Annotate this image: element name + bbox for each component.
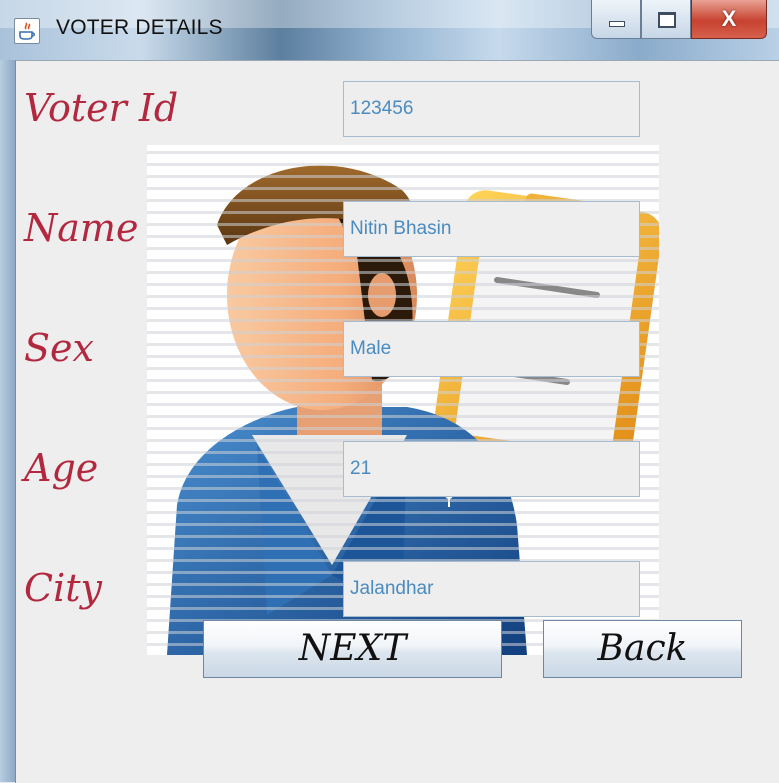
voter-id-label: Voter Id xyxy=(24,86,179,130)
java-app-icon[interactable] xyxy=(14,18,40,44)
minimize-icon xyxy=(609,21,625,27)
sex-field[interactable]: Male xyxy=(343,321,640,377)
back-button[interactable]: Back xyxy=(543,620,742,678)
close-icon: X xyxy=(721,6,737,31)
window-title: VOTER DETAILS xyxy=(56,16,223,39)
maximize-button[interactable] xyxy=(641,0,691,39)
window-controls: X xyxy=(591,0,767,42)
minimize-button[interactable] xyxy=(591,0,641,39)
age-label: Age xyxy=(24,446,99,490)
city-label: City xyxy=(24,566,102,610)
city-field[interactable]: Jalandhar xyxy=(343,561,640,617)
age-field[interactable]: 21 xyxy=(343,441,640,497)
name-label: Name xyxy=(24,206,139,250)
window-frame-edge xyxy=(0,60,15,782)
title-bar[interactable]: VOTER DETAILS X xyxy=(0,0,779,60)
close-button[interactable]: X xyxy=(691,0,767,39)
next-button[interactable]: NEXT xyxy=(203,620,502,678)
name-field[interactable]: Nitin Bhasin xyxy=(343,201,640,257)
maximize-icon xyxy=(658,12,676,28)
sex-label: Sex xyxy=(24,326,94,370)
voter-id-field[interactable]: 123456 xyxy=(343,81,640,137)
